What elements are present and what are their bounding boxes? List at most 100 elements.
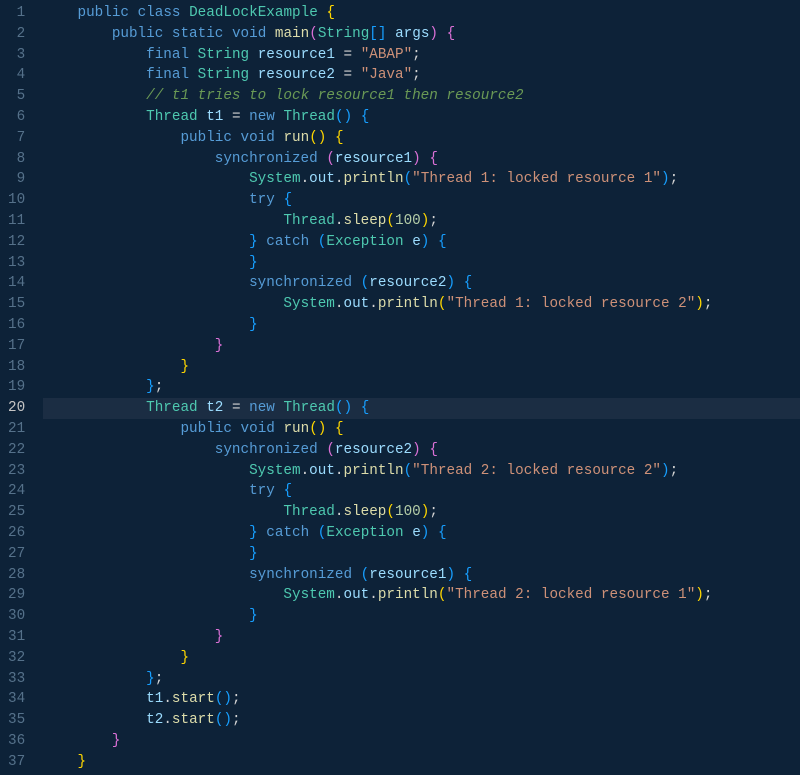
token-pn: ; [155, 379, 164, 395]
code-line[interactable]: Thread t1 = new Thread() { [43, 107, 800, 128]
code-line[interactable]: } [43, 627, 800, 648]
line-number: 14 [8, 273, 25, 294]
code-line[interactable]: synchronized (resource1) { [43, 565, 800, 586]
token-brc2: } [215, 629, 224, 645]
token-brc3: ( [404, 171, 413, 187]
token-var: t2 [206, 400, 223, 416]
token-pn [326, 421, 335, 437]
code-line[interactable]: } [43, 253, 800, 274]
token-mth: start [172, 691, 215, 707]
code-line[interactable]: } [43, 606, 800, 627]
token-brc: ( [386, 213, 395, 229]
code-line[interactable]: synchronized (resource2) { [43, 440, 800, 461]
code-line[interactable]: } catch (Exception e) { [43, 523, 800, 544]
indent [43, 5, 77, 21]
token-cls: DeadLockExample [189, 5, 318, 21]
token-cmt: // t1 tries to lock resource1 then resou… [146, 88, 524, 104]
indent [43, 587, 283, 603]
code-line[interactable]: System.out.println("Thread 2: locked res… [43, 461, 800, 482]
code-line[interactable]: System.out.println("Thread 1: locked res… [43, 294, 800, 315]
code-line[interactable]: try { [43, 190, 800, 211]
token-pn [326, 130, 335, 146]
code-line[interactable]: final String resource1 = "ABAP"; [43, 45, 800, 66]
token-kw: synchronized [215, 151, 318, 167]
code-line[interactable]: } [43, 752, 800, 773]
code-line[interactable]: } catch (Exception e) { [43, 232, 800, 253]
line-number: 23 [8, 461, 25, 482]
code-line[interactable]: } [43, 731, 800, 752]
code-line[interactable]: } [43, 648, 800, 669]
code-line[interactable]: Thread.sleep(100); [43, 502, 800, 523]
line-number: 1 [8, 3, 25, 24]
code-line[interactable]: synchronized (resource2) { [43, 273, 800, 294]
code-line[interactable]: public void run() { [43, 128, 800, 149]
token-brc: { [335, 130, 344, 146]
code-line[interactable]: System.out.println("Thread 2: locked res… [43, 585, 800, 606]
token-pn: ; [704, 296, 713, 312]
token-var: t1 [146, 691, 163, 707]
indent [43, 151, 215, 167]
code-line[interactable]: Thread.sleep(100); [43, 211, 800, 232]
code-line[interactable]: } [43, 544, 800, 565]
token-brc2: { [429, 442, 438, 458]
token-brc3: } [249, 525, 258, 541]
token-brc: { [335, 421, 344, 437]
line-number: 7 [8, 128, 25, 149]
token-pn [352, 400, 361, 416]
token-pn [198, 109, 207, 125]
code-line[interactable]: System.out.println("Thread 1: locked res… [43, 169, 800, 190]
indent [43, 463, 249, 479]
code-line[interactable]: public void run() { [43, 419, 800, 440]
token-cls: System [249, 171, 300, 187]
code-line[interactable]: t2.start(); [43, 710, 800, 731]
token-mth: start [172, 712, 215, 728]
token-brc3: [ [369, 26, 378, 42]
token-brc2: ) [412, 151, 421, 167]
indent [43, 608, 249, 624]
indent [43, 359, 180, 375]
code-line[interactable]: final String resource2 = "Java"; [43, 65, 800, 86]
indent [43, 47, 146, 63]
code-line[interactable]: }; [43, 377, 800, 398]
token-brc3: } [249, 317, 258, 333]
token-cls: Thread [146, 109, 197, 125]
token-pn [189, 47, 198, 63]
token-var: e [412, 525, 421, 541]
token-mth: println [344, 463, 404, 479]
code-editor[interactable]: 1234567891011121314151617181920212223242… [0, 0, 800, 775]
code-line[interactable]: public static void main(String[] args) { [43, 24, 800, 45]
code-line[interactable]: } [43, 315, 800, 336]
code-line[interactable]: // t1 tries to lock resource1 then resou… [43, 86, 800, 107]
code-line[interactable]: public class DeadLockExample { [43, 3, 800, 24]
token-str: "Java" [361, 67, 412, 83]
code-area[interactable]: public class DeadLockExample { public st… [35, 0, 800, 775]
code-line[interactable]: synchronized (resource1) { [43, 149, 800, 170]
token-cls: String [198, 67, 249, 83]
code-line[interactable]: } [43, 357, 800, 378]
token-pn [352, 109, 361, 125]
code-line[interactable]: t1.start(); [43, 689, 800, 710]
token-kw: class [138, 5, 181, 21]
token-brc2: ) [429, 26, 438, 42]
token-pn [266, 26, 275, 42]
token-brc3: ) [661, 171, 670, 187]
token-mth: sleep [343, 504, 386, 520]
token-brc3: } [146, 379, 155, 395]
indent [43, 546, 249, 562]
indent [43, 421, 180, 437]
token-brc3: ( [335, 109, 344, 125]
token-pn: ; [704, 587, 713, 603]
code-line[interactable]: }; [43, 669, 800, 690]
token-kw: public [112, 26, 163, 42]
token-brc3: ) [446, 275, 455, 291]
line-number: 37 [8, 752, 25, 773]
code-line[interactable]: } [43, 336, 800, 357]
indent [43, 379, 146, 395]
indent [43, 26, 112, 42]
code-line[interactable]: Thread t2 = new Thread() { [43, 398, 800, 419]
indent [43, 171, 249, 187]
token-cls: System [249, 463, 300, 479]
code-line[interactable]: try { [43, 481, 800, 502]
token-brc3: { [361, 109, 370, 125]
token-var: resource2 [369, 275, 446, 291]
